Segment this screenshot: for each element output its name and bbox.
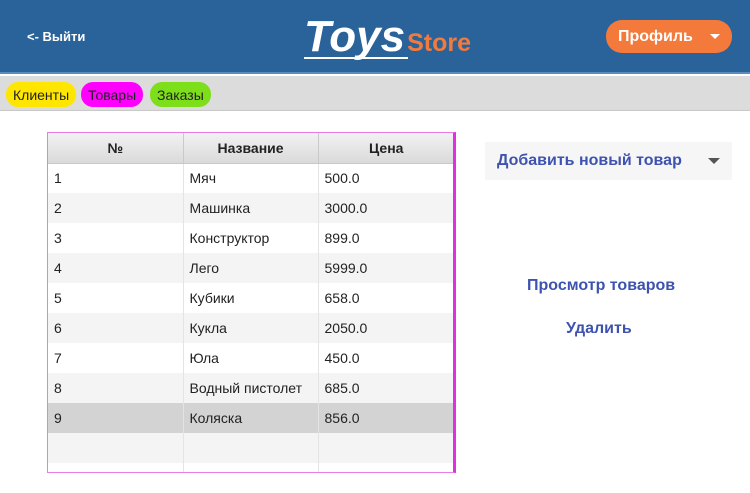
chevron-down-icon xyxy=(708,158,720,164)
app-header: <- Выйти Toys Store Профиль xyxy=(0,0,750,74)
chevron-down-icon xyxy=(710,34,720,39)
cell-name: Лего xyxy=(183,253,319,283)
cell-price: 5999.0 xyxy=(318,253,453,283)
cell-number: 9 xyxy=(48,403,184,433)
cell-name: Водный пистолет xyxy=(183,373,319,403)
cell-empty xyxy=(48,433,184,463)
cell-price: 658.0 xyxy=(318,283,453,313)
cell-empty xyxy=(48,463,184,472)
logout-button[interactable]: <- Выйти xyxy=(27,29,85,44)
tab-orders[interactable]: Заказы xyxy=(150,82,211,107)
cell-price: 500.0 xyxy=(318,163,453,193)
cell-name: Кубики xyxy=(183,283,319,313)
delete-button[interactable]: Удалить xyxy=(566,320,632,338)
cell-price: 450.0 xyxy=(318,343,453,373)
table-row-empty xyxy=(48,463,453,472)
cell-price: 3000.0 xyxy=(318,193,453,223)
table-row-empty xyxy=(48,433,453,463)
profile-label: Профиль xyxy=(618,27,693,45)
cell-name: Конструктор xyxy=(183,223,319,253)
column-header-name[interactable]: Название xyxy=(183,133,319,164)
cell-number: 4 xyxy=(48,253,184,283)
table-row[interactable]: 4 Лего 5999.0 xyxy=(48,253,453,283)
table-row-selected[interactable]: 9 Коляска 856.0 xyxy=(48,403,453,433)
cell-name: Юла xyxy=(183,343,319,373)
cell-number: 5 xyxy=(48,283,184,313)
cell-number: 7 xyxy=(48,343,184,373)
cell-name: Кукла xyxy=(183,313,319,343)
cell-number: 6 xyxy=(48,313,184,343)
logo: Toys Store xyxy=(304,14,471,60)
profile-dropdown[interactable]: Профиль xyxy=(606,20,732,53)
table-row[interactable]: 3 Конструктор 899.0 xyxy=(48,223,453,253)
cell-price: 685.0 xyxy=(318,373,453,403)
tab-bar: Клиенты Товары Заказы xyxy=(0,76,750,111)
column-header-price[interactable]: Цена xyxy=(318,133,453,164)
cell-number: 2 xyxy=(48,193,184,223)
cell-name: Машинка xyxy=(183,193,319,223)
cell-name: Коляска xyxy=(183,403,319,433)
table-row[interactable]: 8 Водный пистолет 685.0 xyxy=(48,373,453,403)
table-header-row: № Название Цена xyxy=(48,133,453,164)
cell-number: 8 xyxy=(48,373,184,403)
table-row[interactable]: 5 Кубики 658.0 xyxy=(48,283,453,313)
view-products-button[interactable]: Просмотр товаров xyxy=(527,277,675,295)
table-row[interactable]: 2 Машинка 3000.0 xyxy=(48,193,453,223)
logo-underline xyxy=(304,57,408,59)
cell-empty xyxy=(183,463,319,472)
add-product-label: Добавить новый товар xyxy=(497,152,682,169)
cell-price: 899.0 xyxy=(318,223,453,253)
table-row[interactable]: 1 Мяч 500.0 xyxy=(48,163,453,193)
tab-products[interactable]: Товары xyxy=(81,82,144,107)
cell-empty xyxy=(318,433,453,463)
cell-empty xyxy=(183,433,319,463)
column-header-number[interactable]: № xyxy=(48,133,184,164)
add-product-dropdown[interactable]: Добавить новый товар xyxy=(485,142,732,180)
table-row[interactable]: 6 Кукла 2050.0 xyxy=(48,313,453,343)
logo-main-text: Toys xyxy=(304,12,406,61)
cell-price: 2050.0 xyxy=(318,313,453,343)
cell-number: 3 xyxy=(48,223,184,253)
logo-sub-text: Store xyxy=(407,29,471,57)
cell-number: 1 xyxy=(48,163,184,193)
products-table[interactable]: № Название Цена 1 Мяч 500.0 2 Машинка 30… xyxy=(47,132,456,473)
table-row[interactable]: 7 Юла 450.0 xyxy=(48,343,453,373)
cell-empty xyxy=(318,463,453,472)
cell-price: 856.0 xyxy=(318,403,453,433)
tab-clients[interactable]: Клиенты xyxy=(6,82,77,107)
cell-name: Мяч xyxy=(183,163,319,193)
